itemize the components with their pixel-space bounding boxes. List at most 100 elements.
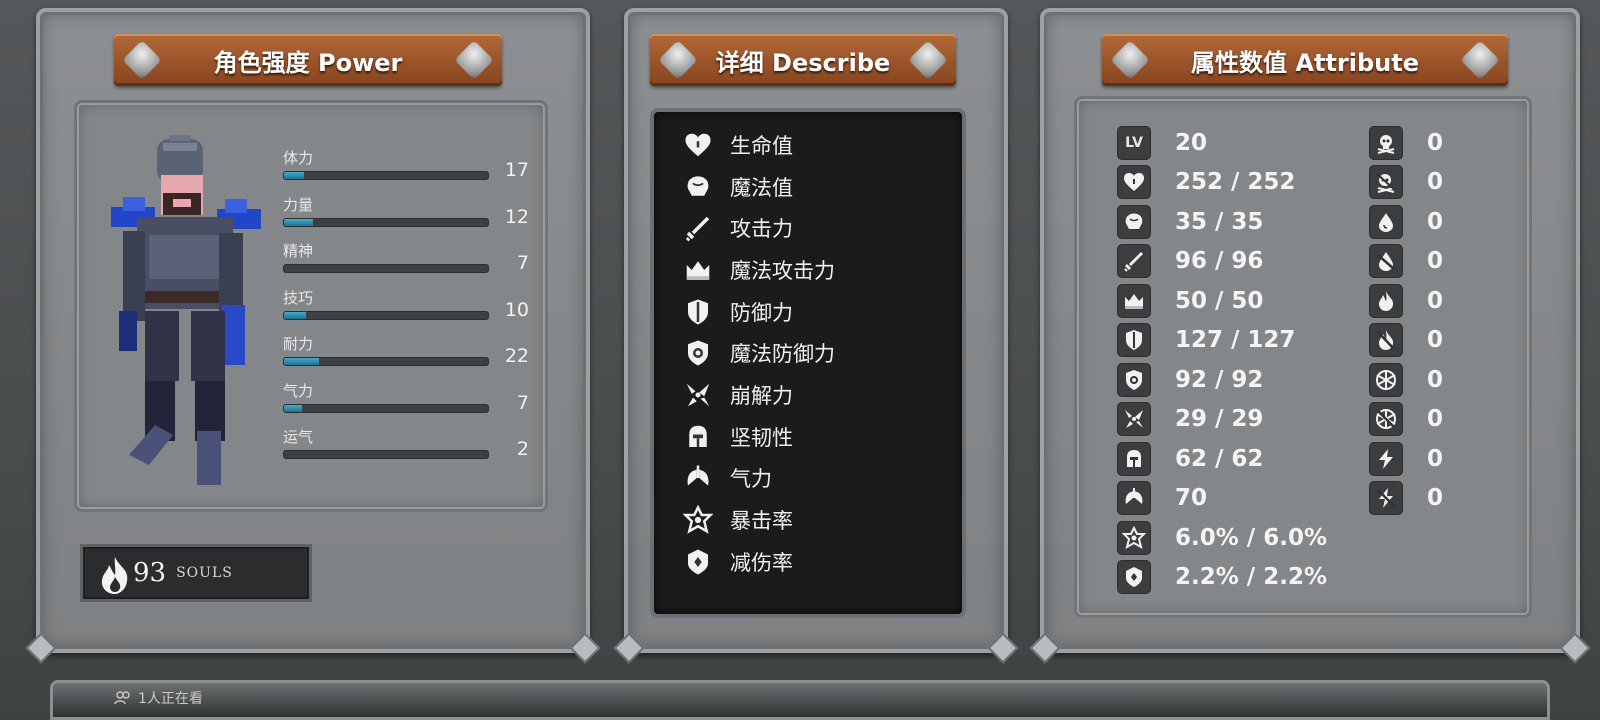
attribute-values-column: LV 20 252 / 252 35 / 35 96 / 96 50 / 50 … <box>1117 123 1327 597</box>
describe-item[interactable]: 防御力 <box>680 291 962 333</box>
helmet-icon <box>689 425 707 447</box>
resistance-icon <box>1369 402 1403 437</box>
brain-icon <box>1125 213 1143 229</box>
describe-item-icon <box>680 460 716 496</box>
attribute-row: 92 / 92 <box>1117 360 1327 400</box>
attribute-row: 70 <box>1117 479 1327 519</box>
stat-name: 耐力 <box>283 335 314 353</box>
describe-item-icon <box>680 294 716 330</box>
resistance-value: 0 <box>1427 287 1444 314</box>
resistance-row: 0 <box>1369 123 1443 163</box>
stat-row: 气力 7 <box>283 380 529 427</box>
attribute-icon <box>1117 362 1151 397</box>
resistance-icon <box>1369 441 1403 476</box>
stat-value: 22 <box>504 345 529 367</box>
stat-row: 耐力 22 <box>283 333 529 380</box>
shield-icon <box>688 299 708 325</box>
attribute-icon <box>1117 520 1151 555</box>
sword-icon <box>1124 252 1143 272</box>
attribute-row: 127 / 127 <box>1117 321 1327 361</box>
fire-resist-icon <box>1377 330 1395 351</box>
attribute-row: 35 / 35 <box>1117 202 1327 242</box>
power-title: 角色强度 Power <box>213 48 403 77</box>
fire-icon <box>101 557 128 594</box>
star-icon <box>1122 525 1146 549</box>
attribute-value: 20 <box>1175 129 1208 156</box>
describe-item[interactable]: 暴击率 <box>680 499 962 541</box>
crown-icon <box>686 261 710 280</box>
lungs-icon <box>687 465 709 486</box>
stat-name: 体力 <box>283 149 314 167</box>
attribute-row: 252 / 252 <box>1117 163 1327 203</box>
attribute-icon <box>1117 323 1151 358</box>
resistance-row: 0 <box>1369 202 1443 242</box>
describe-item[interactable]: 崩解力 <box>680 374 962 416</box>
helmet-icon <box>1127 449 1141 467</box>
describe-item-icon <box>680 544 716 580</box>
resistance-value: 0 <box>1427 406 1444 433</box>
attribute-value: 70 <box>1175 485 1208 512</box>
describe-item-icon <box>680 210 716 246</box>
attribute-grid: LV 20 252 / 252 35 / 35 96 / 96 50 / 50 … <box>1074 96 1532 618</box>
attribute-icon <box>1117 560 1151 595</box>
attribute-value: 62 / 62 <box>1175 445 1264 472</box>
crown-icon <box>1125 293 1143 309</box>
reduce-icon <box>1126 567 1142 588</box>
resistance-row: 0 <box>1369 479 1443 519</box>
describe-item[interactable]: 坚韧性 <box>680 416 962 458</box>
attribute-value: 92 / 92 <box>1175 366 1264 393</box>
power-title-plaque: 角色强度 Power <box>114 34 502 86</box>
attribute-icon: LV <box>1117 125 1151 160</box>
attribute-row: 6.0% / 6.0% <box>1117 518 1327 558</box>
stat-bar-fill <box>284 172 305 179</box>
resistance-row: 0 <box>1369 281 1443 321</box>
describe-list: 生命值 魔法值 攻击力 魔法攻击力 防御力 魔法防御力 崩解力 坚韧性 气力 暴… <box>650 108 966 618</box>
stat-name: 精神 <box>283 242 314 260</box>
stat-name: 气力 <box>283 381 314 400</box>
attribute-title: 属性数值 Attribute <box>1191 48 1419 77</box>
stat-row: 技巧 10 <box>283 287 529 334</box>
describe-item[interactable]: 气力 <box>680 458 962 500</box>
attribute-row: 2.2% / 2.2% <box>1117 558 1327 598</box>
describe-item[interactable]: 生命值 <box>680 124 962 166</box>
attribute-row: 96 / 96 <box>1117 242 1327 282</box>
attribute-panel: 属性数值 Attribute LV 20 252 / 252 35 / 35 9… <box>1040 8 1580 653</box>
character-preview: 体力 17 力量 12 精神 7 技巧 10 耐力 22 气力 7 运气 2 <box>74 100 548 512</box>
resistance-row: 0 <box>1369 321 1443 361</box>
describe-item[interactable]: 魔法防御力 <box>680 332 962 374</box>
describe-item-icon <box>680 127 716 163</box>
attribute-row: 62 / 62 <box>1117 439 1327 479</box>
describe-item[interactable]: 魔法攻击力 <box>680 249 962 291</box>
attribute-icon <box>1117 165 1151 200</box>
describe-title: 详细 Describe <box>715 48 891 77</box>
resistance-icon <box>1369 323 1403 358</box>
describe-item-icon <box>680 377 716 413</box>
heart-icon <box>1124 173 1144 192</box>
resistance-value: 0 <box>1427 366 1444 393</box>
attribute-value: 252 / 252 <box>1175 169 1296 196</box>
describe-item[interactable]: 攻击力 <box>680 207 962 249</box>
bottom-frame <box>50 680 1550 720</box>
describe-item[interactable]: 减伤率 <box>680 541 962 583</box>
describe-item-label: 坚韧性 <box>730 425 793 450</box>
describe-item-label: 防御力 <box>730 300 793 325</box>
stat-bar <box>283 310 489 320</box>
poison-skull-icon <box>1376 173 1396 194</box>
attribute-icon <box>1117 283 1151 318</box>
stat-row: 运气 2 <box>283 426 529 473</box>
stat-bar <box>283 403 489 413</box>
shatter-icon <box>1125 410 1143 429</box>
resistance-row: 0 <box>1369 242 1443 282</box>
describe-item-icon <box>680 335 716 371</box>
resistance-icon <box>1369 165 1403 200</box>
resistance-value: 0 <box>1427 169 1444 196</box>
viewers-icon <box>114 691 130 705</box>
shatter-icon <box>686 383 710 407</box>
attribute-value: 127 / 127 <box>1175 327 1296 354</box>
describe-item-icon <box>680 169 716 205</box>
attribute-value: 6.0% / 6.0% <box>1175 524 1327 551</box>
stat-bar <box>283 217 489 227</box>
describe-item[interactable]: 魔法值 <box>680 166 962 208</box>
knight-character-model[interactable] <box>109 135 269 495</box>
attribute-icon <box>1117 481 1151 516</box>
